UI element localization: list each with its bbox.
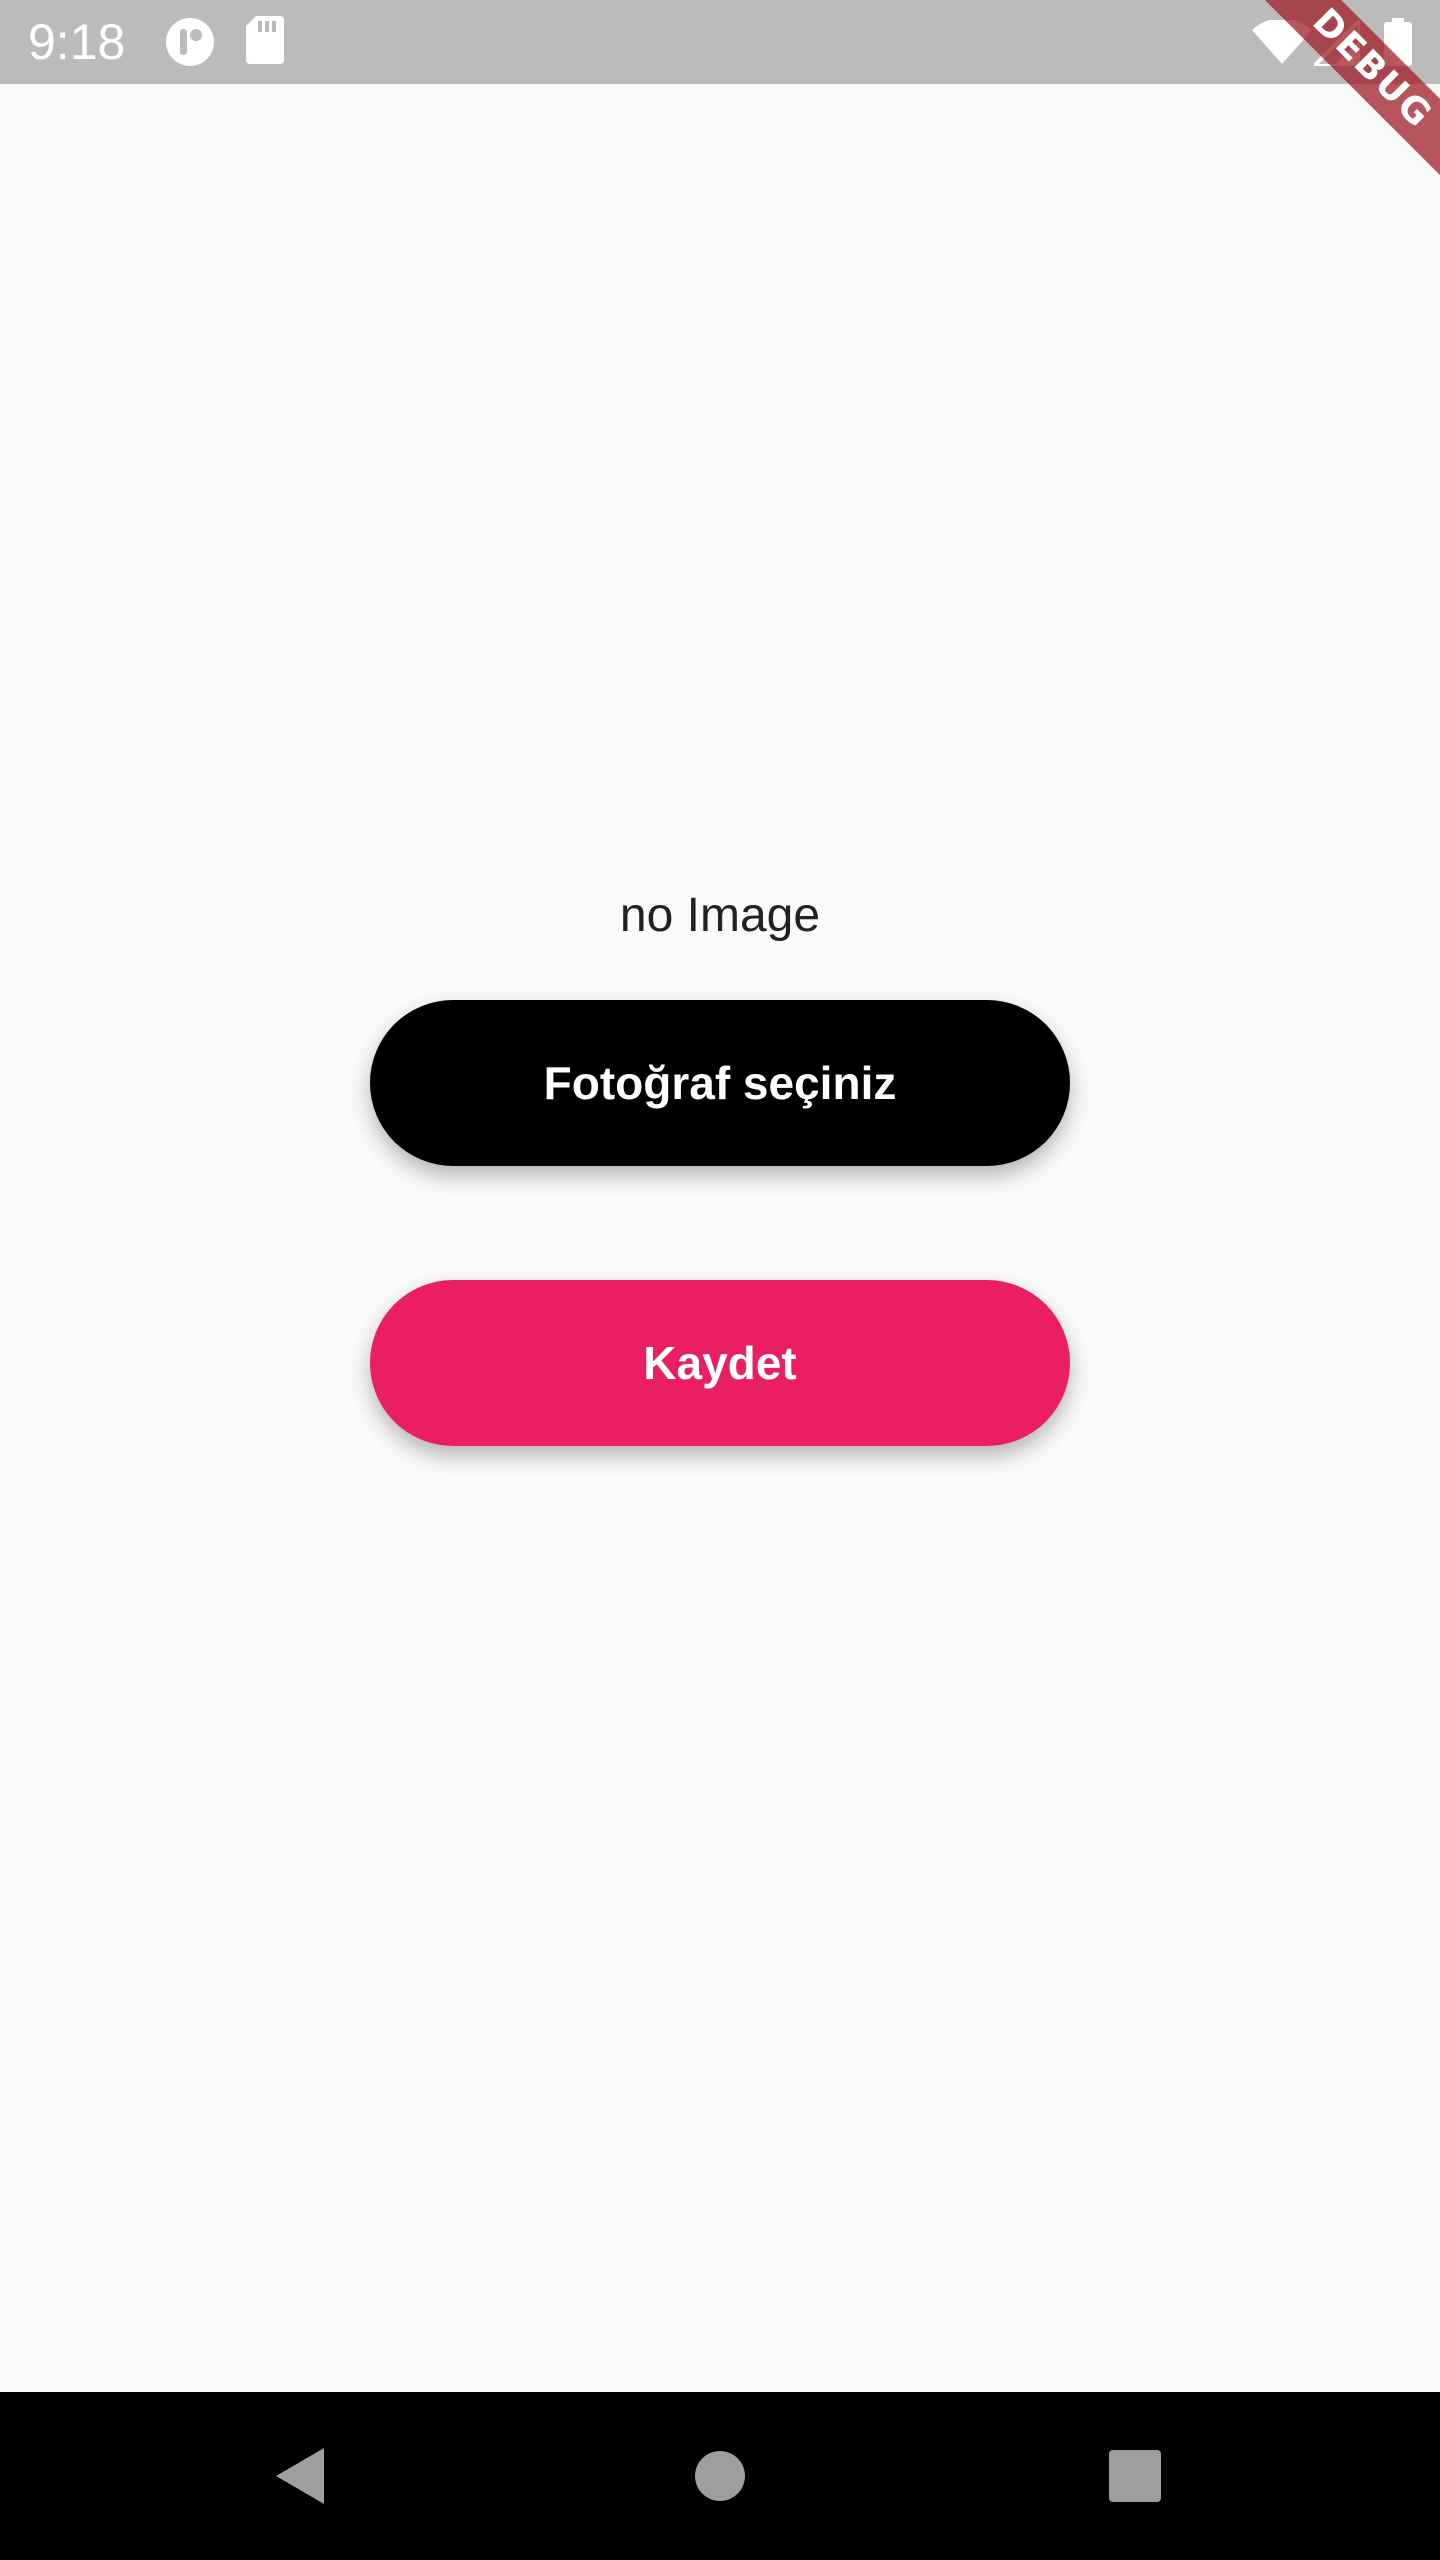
status-time: 9:18: [28, 14, 126, 70]
wifi-icon: [1252, 18, 1312, 69]
back-icon: [276, 2448, 324, 2504]
home-icon: [695, 2451, 745, 2501]
home-button[interactable]: [670, 2426, 770, 2526]
cell-signal-icon: [1309, 15, 1362, 71]
battery-icon: [1384, 18, 1412, 71]
recents-icon: [1109, 2450, 1161, 2502]
save-button[interactable]: Kaydet: [370, 1280, 1070, 1446]
status-bar: 9:18: [0, 0, 1440, 84]
select-photo-button[interactable]: Fotoğraf seçiniz: [370, 1000, 1070, 1166]
app-screen: 9:18 DEBUG no Image Fotoğraf seçiniz Kay…: [0, 0, 1440, 2560]
sd-card-icon: [246, 16, 284, 69]
app-notification-icon: [164, 16, 216, 73]
back-button[interactable]: [250, 2426, 350, 2526]
image-placeholder-text: no Image: [619, 889, 821, 942]
navigation-bar: [0, 2392, 1440, 2560]
recents-button[interactable]: [1085, 2426, 1185, 2526]
